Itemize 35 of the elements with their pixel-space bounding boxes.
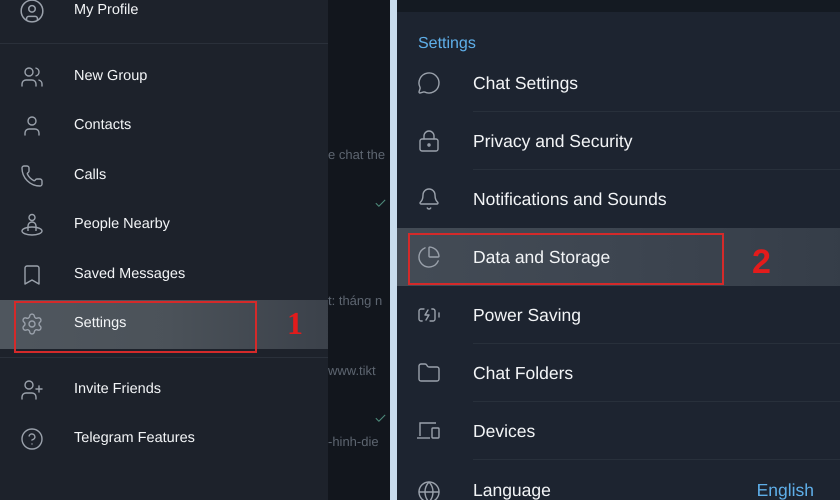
phone-icon <box>20 164 44 188</box>
drawer-item[interactable]: Calls <box>0 151 328 200</box>
speech-bubble-icon <box>417 71 441 95</box>
drawer-item[interactable]: Contacts <box>0 102 328 151</box>
chat-text: e chat the <box>328 146 386 164</box>
list-item[interactable]: Chat Folders <box>397 344 840 402</box>
lock-icon <box>417 129 441 153</box>
drawer-item[interactable]: Invite Friends <box>0 365 328 414</box>
annotation-number: 1 <box>287 306 303 340</box>
add-person-icon <box>20 378 44 402</box>
list-item[interactable]: Notifications and Sounds <box>397 170 840 228</box>
drawer-item[interactable]: People Nearby <box>0 200 328 250</box>
list-item[interactable]: Chat Settings <box>397 54 840 112</box>
person-nearby-icon <box>19 212 45 238</box>
bell-icon <box>417 187 441 211</box>
chat-text: -hinh-die <box>328 433 379 451</box>
pie-chart-icon <box>417 245 441 269</box>
list-item[interactable]: Language English <box>397 460 840 500</box>
list-item[interactable]: Devices <box>397 402 840 460</box>
settings-icon <box>20 312 44 336</box>
globe-icon <box>417 480 441 500</box>
drawer-item[interactable]: New Group <box>0 52 328 102</box>
profile-item[interactable]: My Profile <box>0 0 328 22</box>
drawer-item[interactable]: Telegram Features <box>0 414 328 464</box>
setting-value: English <box>756 480 814 500</box>
chat-text: t: tháng n <box>328 292 382 310</box>
help-icon <box>20 427 44 452</box>
drawer-item[interactable]: Saved Messages <box>0 250 328 300</box>
profile-icon <box>19 0 45 24</box>
group-icon <box>20 64 44 89</box>
chat-text: www.tikt <box>328 362 376 380</box>
section-title: Settings <box>418 34 476 54</box>
list-item[interactable]: Power Saving <box>397 286 840 344</box>
annotation-number: 2 <box>752 244 771 280</box>
list-item[interactable]: Privacy and Security <box>397 112 840 170</box>
